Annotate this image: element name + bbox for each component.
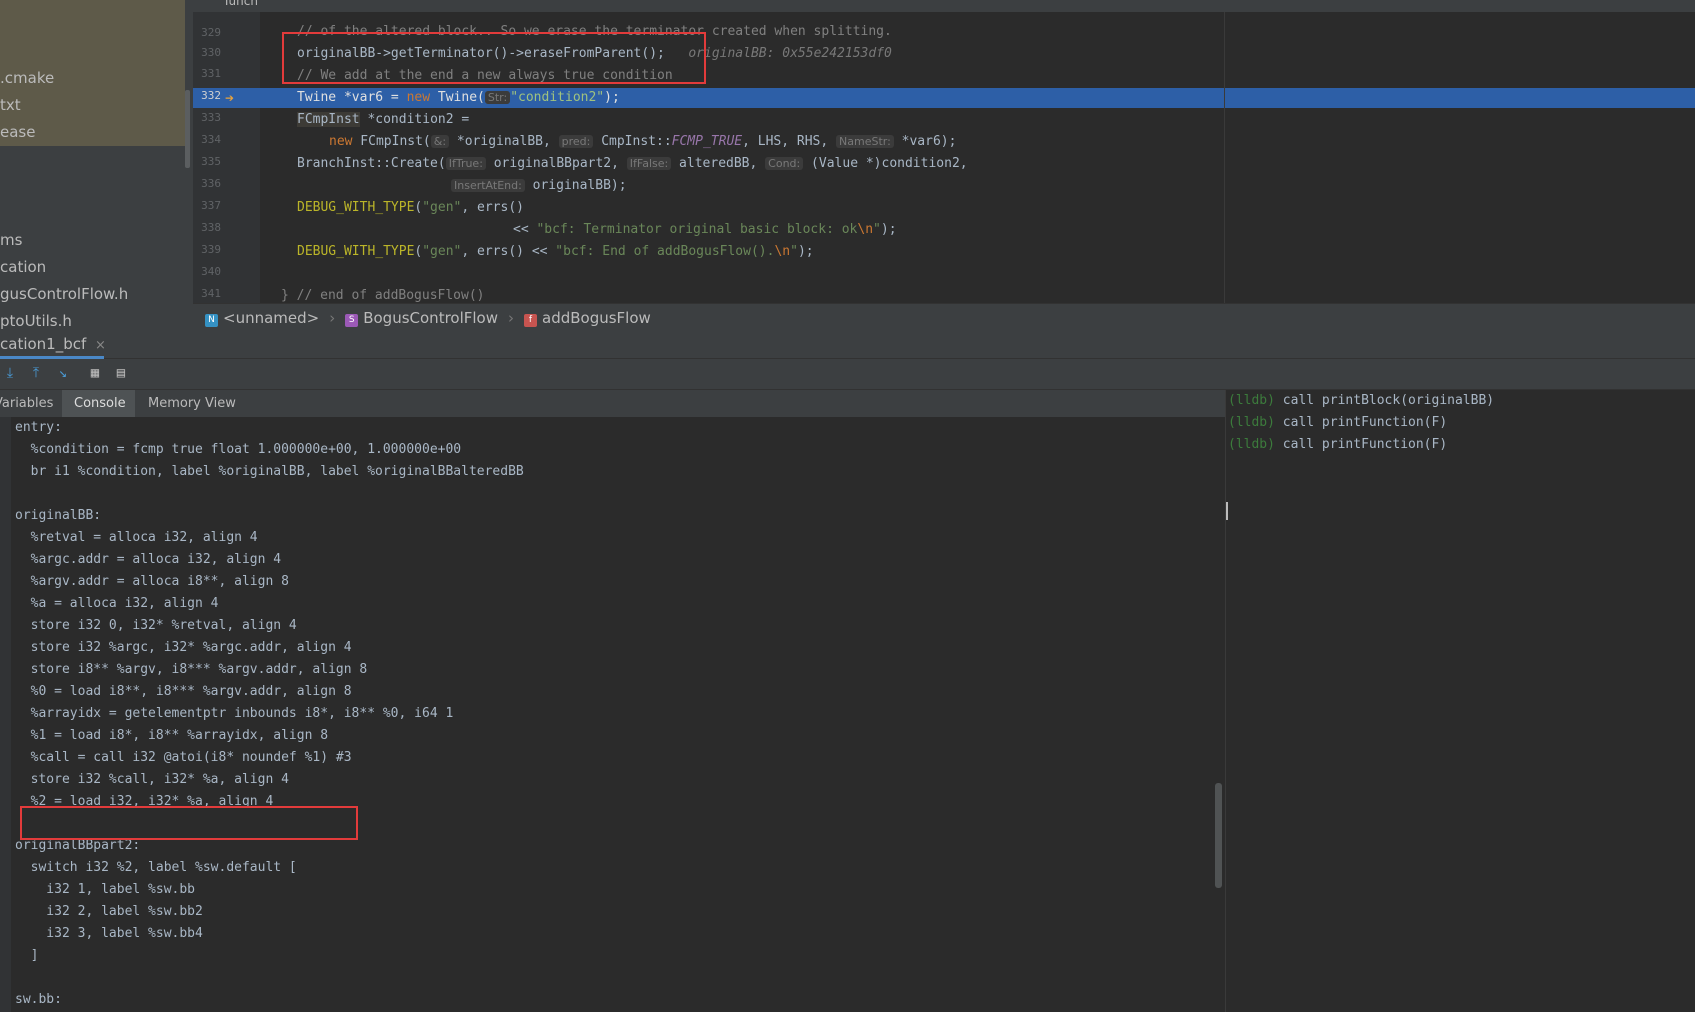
console-line: store i32 %argc, i32* %argc.addr, align … <box>15 640 352 655</box>
tab-console[interactable]: Console <box>74 390 126 417</box>
tab-memory-view[interactable]: Memory View <box>148 390 236 417</box>
console-line: store i32 %call, i32* %a, align 4 <box>15 772 289 787</box>
line-number: 340 <box>201 265 221 278</box>
tab-variables[interactable]: Variables <box>0 390 53 417</box>
code-line-current: Twine *var6 = new Twine(Str: "condition2"… <box>297 90 620 105</box>
annotation-box <box>20 806 358 840</box>
tree-item[interactable]: cation <box>0 258 46 276</box>
console-line: %argc.addr = alloca i32, align 4 <box>15 552 282 567</box>
code-line: new FCmpInst(&: *originalBB, pred: CmpIn… <box>329 134 957 149</box>
tree-item[interactable]: ptoUtils.h <box>0 312 72 330</box>
console-line: %retval = alloca i32, align 4 <box>15 530 258 545</box>
project-tree-panel: .cmake txt ease ms cation gusControlFlow… <box>0 0 193 333</box>
breadcrumb-item[interactable]: addBogusFlow <box>542 309 651 327</box>
line-number: 337 <box>201 199 221 212</box>
line-number: 330 <box>201 46 221 59</box>
annotation-box <box>282 32 706 84</box>
line-number: 338 <box>201 221 221 234</box>
line-number: 339 <box>201 243 221 256</box>
console-line: %condition = fcmp true float 1.000000e+0… <box>15 442 462 457</box>
line-number: 341 <box>201 287 221 300</box>
line-number: 336 <box>201 177 221 190</box>
struct-icon: S <box>345 314 359 327</box>
code-line: InsertAtEnd: originalBB); <box>451 176 627 196</box>
console-line: sw.bb: <box>15 992 62 1007</box>
console-line: br i1 %condition, label %originalBB, lab… <box>15 464 524 479</box>
tree-item[interactable]: gusControlFlow.h <box>0 285 128 303</box>
layout-icon[interactable]: ▤ <box>112 364 130 382</box>
evaluate-table-icon[interactable]: ▦ <box>86 364 104 382</box>
line-number: 334 <box>201 133 221 146</box>
line-number: 332 <box>201 89 221 102</box>
console-output[interactable]: entry: %condition = fcmp true float 1.00… <box>11 417 1225 1012</box>
breadcrumb-item[interactable]: <unnamed> <box>223 309 319 327</box>
line-number: 331 <box>201 67 221 80</box>
console-line: i32 1, label %sw.bb <box>15 882 196 897</box>
console-scrollbar[interactable] <box>1215 783 1222 888</box>
debug-session-tab[interactable]: cation1_bcf × <box>0 335 106 357</box>
run-to-cursor-icon[interactable]: ↘ <box>54 364 72 382</box>
console-line: entry: <box>15 420 62 435</box>
debugger-subtabs: Variables Console Memory View <box>0 390 1225 417</box>
console-line: %call = call i32 @atoi(i8* noundef %1) #… <box>15 750 352 765</box>
tree-item[interactable]: .cmake <box>0 69 54 87</box>
line-number: 329 <box>201 26 221 39</box>
console-line: ] <box>15 948 39 963</box>
tree-item[interactable]: txt <box>0 96 21 114</box>
line-number: 335 <box>201 155 221 168</box>
breadcrumb: N <unnamed> › S BogusControlFlow › f addBogusFl… <box>193 303 1695 334</box>
text-cursor <box>1226 502 1228 520</box>
debug-toolbar: ⤓ ⤒ ↘ ▦ ▤ <box>0 359 1695 390</box>
debug-session-label: cation1_bcf <box>0 335 87 353</box>
editor-tab-label[interactable]: Tunch <box>223 0 258 8</box>
lldb-command-line: (lldb) call printBlock(originalBB) <box>1228 393 1495 408</box>
code-editor[interactable]: ➔ 329 330 331 332 333 334 335 336 337 33… <box>193 12 1695 303</box>
code-line: FCmpInst *condition2 = <box>297 112 470 127</box>
code-line: BranchInst::Create(IfTrue: originalBBpar… <box>297 156 968 171</box>
console-line: switch i32 %2, label %sw.default [ <box>15 860 297 875</box>
console-line: %1 = load i8*, i8** %arrayidx, align 8 <box>15 728 329 743</box>
console-line: %a = alloca i32, align 4 <box>15 596 219 611</box>
tree-item[interactable]: ms <box>0 231 22 249</box>
debug-tab-bar <box>0 333 1695 359</box>
console-line: %0 = load i8**, i8*** %argv.addr, align … <box>15 684 352 699</box>
code-line: } // end of addBogusFlow() <box>281 288 485 303</box>
line-number: 333 <box>201 111 221 124</box>
close-icon[interactable]: × <box>95 338 106 353</box>
chevron-right-icon: › <box>329 309 336 327</box>
inline-debug-value: originalBB: 0x55e242153df0 <box>688 46 892 61</box>
console-line: originalBB: <box>15 508 102 523</box>
console-line: %arrayidx = getelementptr inbounds i8*, … <box>15 706 454 721</box>
console-line: %argv.addr = alloca i8**, align 8 <box>15 574 289 589</box>
console-line: store i32 0, i32* %retval, align 4 <box>15 618 297 633</box>
function-icon: f <box>524 314 537 327</box>
code-line: DEBUG_WITH_TYPE("gen", errs() << "bcf: E… <box>297 244 814 259</box>
breadcrumb-item[interactable]: BogusControlFlow <box>363 309 498 327</box>
console-line: i32 3, label %sw.bb4 <box>15 926 203 941</box>
code-line: DEBUG_WITH_TYPE("gen", errs() <box>297 200 524 215</box>
namespace-icon: N <box>205 314 218 327</box>
step-into-icon[interactable]: ⤓ <box>1 364 19 382</box>
console-line: i32 2, label %sw.bb2 <box>15 904 203 919</box>
console-gutter <box>0 417 11 1012</box>
lldb-command-line: (lldb) call printFunction(F) <box>1228 415 1448 430</box>
code-line: << "bcf: Terminator original basic block… <box>513 222 897 237</box>
right-margin-guide <box>1224 12 1225 303</box>
tree-item[interactable]: ease <box>0 123 35 141</box>
console-line: store i8** %argv, i8*** %argv.addr, alig… <box>15 662 368 677</box>
lldb-console[interactable]: (lldb) call printBlock(originalBB) (lldb… <box>1225 390 1695 1012</box>
execution-point-arrow-icon: ➔ <box>225 89 235 107</box>
chevron-right-icon: › <box>508 309 514 327</box>
step-out-icon[interactable]: ⤒ <box>27 364 45 382</box>
tree-scrollbar[interactable] <box>185 90 190 168</box>
lldb-command-line: (lldb) call printFunction(F) <box>1228 437 1448 452</box>
